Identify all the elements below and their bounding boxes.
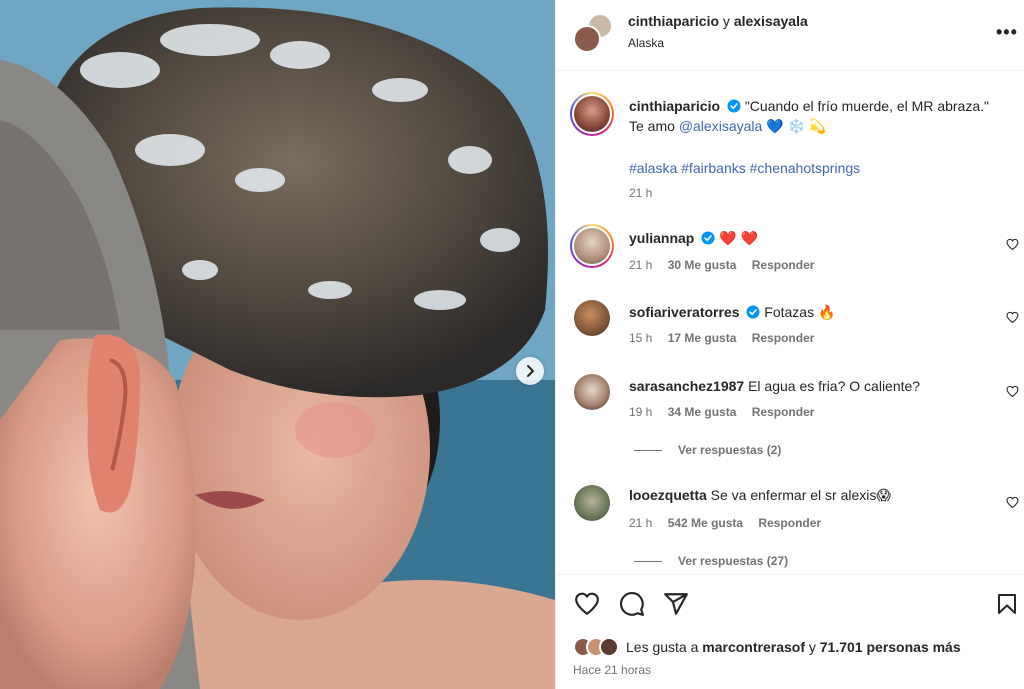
comment-avatar[interactable] bbox=[574, 485, 610, 521]
view-replies-button[interactable]: Ver respuestas (2) bbox=[634, 443, 781, 457]
divider bbox=[634, 450, 662, 452]
view-replies-label: Ver respuestas (2) bbox=[678, 443, 782, 457]
verified-badge-icon bbox=[701, 231, 715, 245]
view-replies-button[interactable]: Ver respuestas (27) bbox=[634, 554, 788, 568]
heart-icon[interactable] bbox=[1006, 311, 1019, 324]
comment-text: yuliannap ❤️ ❤️ bbox=[629, 228, 758, 248]
share-icon[interactable] bbox=[663, 591, 689, 617]
comment-meta: 21 h 30 Me gusta Responder bbox=[629, 258, 814, 272]
comment-item: sofiariveratorres Fotazas 🔥 15 h 17 Me g… bbox=[556, 298, 1024, 358]
post-side-panel: cinthiaparicio y alexisayala Alaska ••• … bbox=[555, 0, 1024, 689]
divider bbox=[634, 561, 662, 563]
more-options-button[interactable]: ••• bbox=[996, 22, 1018, 43]
author-connector: y bbox=[722, 13, 730, 29]
comment-meta: 19 h 34 Me gusta Responder bbox=[629, 405, 814, 419]
reply-button[interactable]: Responder bbox=[758, 516, 821, 530]
comment-body: Se va enfermar el sr alexis😱 bbox=[710, 487, 891, 503]
chevron-right-icon bbox=[527, 365, 534, 377]
heart-icon[interactable] bbox=[1006, 496, 1019, 509]
caption-time: 21 h bbox=[629, 186, 653, 200]
comment-meta: 21 h 542 Me gusta Responder bbox=[629, 516, 821, 530]
caption-mention[interactable]: @alexisayala bbox=[679, 118, 762, 134]
heart-icon[interactable] bbox=[1006, 238, 1019, 251]
author-username[interactable]: cinthiaparicio bbox=[628, 13, 719, 29]
comment-likes[interactable]: 542 Me gusta bbox=[668, 516, 743, 530]
comment-icon[interactable] bbox=[619, 591, 645, 617]
caption-quote: "Cuando el frío muerde, el MR abraza." bbox=[744, 98, 989, 114]
comment-body: ❤️ ❤️ bbox=[719, 230, 758, 246]
likes-text: Les gusta a marcontrerasof y 71.701 pers… bbox=[626, 639, 961, 655]
post-authors: cinthiaparicio y alexisayala bbox=[628, 13, 808, 29]
verified-badge-icon bbox=[727, 99, 741, 113]
comment-username[interactable]: looezquetta bbox=[629, 487, 707, 503]
avatar bbox=[599, 637, 619, 657]
comment-likes[interactable]: 17 Me gusta bbox=[668, 331, 737, 345]
coauthor-username[interactable]: alexisayala bbox=[734, 13, 808, 29]
caption-text: cinthiaparicio "Cuando el frío muerde, e… bbox=[629, 96, 1009, 136]
comment-item: sarasanchez1987 El agua es fria? O calie… bbox=[556, 372, 1024, 462]
comment-text: sarasanchez1987 El agua es fria? O calie… bbox=[629, 376, 920, 396]
reply-button[interactable]: Responder bbox=[752, 405, 815, 419]
comment-text: sofiariveratorres Fotazas 🔥 bbox=[629, 302, 835, 322]
comment-username[interactable]: yuliannap bbox=[629, 230, 694, 246]
likes-others[interactable]: 71.701 personas más bbox=[820, 639, 961, 655]
heart-icon[interactable] bbox=[1006, 385, 1019, 398]
caption-hashtags[interactable]: #alaska #fairbanks #chenahotsprings bbox=[629, 158, 860, 178]
view-replies-label: Ver respuestas (27) bbox=[678, 554, 789, 568]
post-location[interactable]: Alaska bbox=[628, 36, 664, 50]
comment-username[interactable]: sofiariveratorres bbox=[629, 304, 740, 320]
comment-avatar[interactable] bbox=[570, 224, 614, 268]
comment-time: 19 h bbox=[629, 405, 653, 419]
likes-summary[interactable]: Les gusta a marcontrerasof y 71.701 pers… bbox=[573, 637, 961, 657]
likes-connector: y bbox=[808, 639, 816, 655]
comment-likes[interactable]: 30 Me gusta bbox=[668, 258, 737, 272]
comment-time: 21 h bbox=[629, 258, 653, 272]
post-header: cinthiaparicio y alexisayala Alaska ••• bbox=[556, 0, 1024, 71]
comment-item: yuliannap ❤️ ❤️ 21 h 30 Me gusta Respond… bbox=[556, 220, 1024, 280]
comment-body: Fotazas 🔥 bbox=[764, 304, 836, 320]
comment-avatar[interactable] bbox=[574, 300, 610, 336]
caption-emojis: 💙 ❄️ 💫 bbox=[766, 118, 827, 134]
comment-meta: 15 h 17 Me gusta Responder bbox=[629, 331, 814, 345]
caption-username[interactable]: cinthiaparicio bbox=[629, 98, 720, 114]
post-time: Hace 21 horas bbox=[573, 663, 652, 677]
heart-icon[interactable] bbox=[574, 591, 600, 617]
reply-button[interactable]: Responder bbox=[752, 331, 815, 345]
comment-time: 21 h bbox=[629, 516, 653, 530]
photo-illustration bbox=[0, 0, 555, 689]
likes-user[interactable]: marcontrerasof bbox=[702, 639, 805, 655]
comment-text: looezquetta Se va enfermar el sr alexis😱 bbox=[629, 485, 891, 505]
comment-item: looezquetta Se va enfermar el sr alexis😱… bbox=[556, 483, 1024, 573]
comment-username[interactable]: sarasanchez1987 bbox=[629, 378, 744, 394]
likes-prefix: Les gusta a bbox=[626, 639, 699, 655]
comment-body: El agua es fria? O caliente? bbox=[748, 378, 921, 394]
reply-button[interactable]: Responder bbox=[752, 258, 815, 272]
caption-te-amo: Te amo bbox=[629, 118, 675, 134]
comment-avatar[interactable] bbox=[574, 374, 610, 410]
next-photo-button[interactable] bbox=[516, 357, 544, 385]
post-photo bbox=[0, 0, 555, 689]
collab-avatars[interactable] bbox=[573, 13, 613, 53]
post-actions: Les gusta a marcontrerasof y 71.701 pers… bbox=[556, 574, 1024, 689]
comment-likes[interactable]: 34 Me gusta bbox=[668, 405, 737, 419]
avatar bbox=[573, 25, 601, 53]
caption-avatar[interactable] bbox=[570, 92, 614, 136]
verified-badge-icon bbox=[746, 305, 760, 319]
bookmark-icon[interactable] bbox=[995, 591, 1019, 617]
comment-time: 15 h bbox=[629, 331, 653, 345]
